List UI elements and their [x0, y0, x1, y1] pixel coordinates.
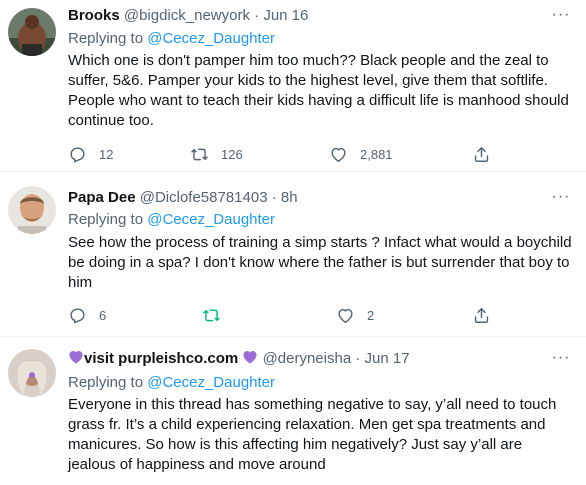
tweet[interactable]: visit purpleishco.com @deryneisha · Jun …	[0, 337, 586, 485]
replying-to: Replying to @Cecez_Daughter	[68, 210, 275, 230]
tweet-text: See how the process of training a simp s…	[68, 234, 572, 291]
reply-icon	[70, 146, 85, 162]
tweet-header: Papa Dee @Diclofe58781403 · 8h	[68, 188, 546, 208]
display-name[interactable]: Papa Dee	[68, 189, 136, 206]
tweet-header: Brooks @bigdick_newyork · Jun 16	[68, 6, 546, 26]
retweet-count: 126	[221, 146, 243, 162]
avatar[interactable]	[8, 349, 56, 397]
timestamp[interactable]: · Jun 17	[355, 350, 409, 367]
tweet-text: Which one is don't pamper him too much??…	[68, 52, 569, 129]
replying-to-label: Replying to	[68, 30, 144, 47]
tweet-actions: 12 126 2,881	[68, 144, 498, 164]
tweet-actions: 6 2	[68, 305, 498, 325]
tweet-header: visit purpleishco.com @deryneisha · Jun …	[68, 349, 546, 369]
share-button[interactable]	[472, 144, 491, 164]
share-button[interactable]	[472, 305, 491, 325]
like-count: 2,881	[360, 146, 393, 162]
replying-to-handle[interactable]: @Cecez_Daughter	[147, 211, 275, 228]
purple-heart-icon	[69, 351, 83, 364]
tweet[interactable]: Brooks @bigdick_newyork · Jun 16 ··· Rep…	[0, 0, 586, 172]
heart-icon	[331, 147, 346, 162]
reply-count: 12	[99, 146, 114, 162]
user-handle[interactable]: @Diclofe58781403	[140, 189, 268, 206]
display-name[interactable]: visit purpleishco.com	[84, 350, 238, 367]
like-button[interactable]: 2,881	[329, 144, 393, 164]
retweet-button[interactable]: 126	[190, 144, 243, 164]
replying-to: Replying to @Cecez_Daughter	[68, 29, 275, 49]
heart-icon	[338, 308, 353, 323]
user-handle[interactable]: @bigdick_newyork	[124, 7, 250, 24]
retweet-icon	[203, 309, 220, 321]
avatar[interactable]	[8, 8, 56, 56]
reply-count: 6	[99, 307, 107, 323]
like-button[interactable]: 2	[336, 305, 374, 325]
retweet-button[interactable]	[202, 305, 221, 325]
tweet-text: Everyone in this thread has something ne…	[68, 396, 557, 473]
replying-to-label: Replying to	[68, 374, 144, 391]
user-handle[interactable]: @deryneisha	[263, 350, 352, 367]
purple-heart-icon	[243, 351, 257, 364]
retweet-icon	[191, 148, 208, 160]
like-count: 2	[367, 307, 375, 323]
reply-button[interactable]: 6	[68, 305, 106, 325]
more-options-icon[interactable]: ···	[550, 6, 572, 26]
replying-to-handle[interactable]: @Cecez_Daughter	[147, 374, 275, 391]
replying-to-handle[interactable]: @Cecez_Daughter	[147, 30, 275, 47]
share-icon	[474, 307, 489, 323]
reply-icon	[70, 307, 85, 323]
timestamp[interactable]: · Jun 16	[254, 7, 308, 24]
reply-button[interactable]: 12	[68, 144, 113, 164]
timestamp[interactable]: · 8h	[272, 189, 298, 206]
replying-to: Replying to @Cecez_Daughter	[68, 373, 275, 393]
share-icon	[474, 146, 489, 162]
replying-to-label: Replying to	[68, 211, 144, 228]
tweet[interactable]: Papa Dee @Diclofe58781403 · 8h ··· Reply…	[0, 172, 586, 337]
more-options-icon[interactable]: ···	[550, 349, 572, 369]
more-options-icon[interactable]: ···	[550, 188, 572, 208]
display-name[interactable]: Brooks	[68, 7, 120, 24]
avatar[interactable]	[8, 186, 56, 234]
